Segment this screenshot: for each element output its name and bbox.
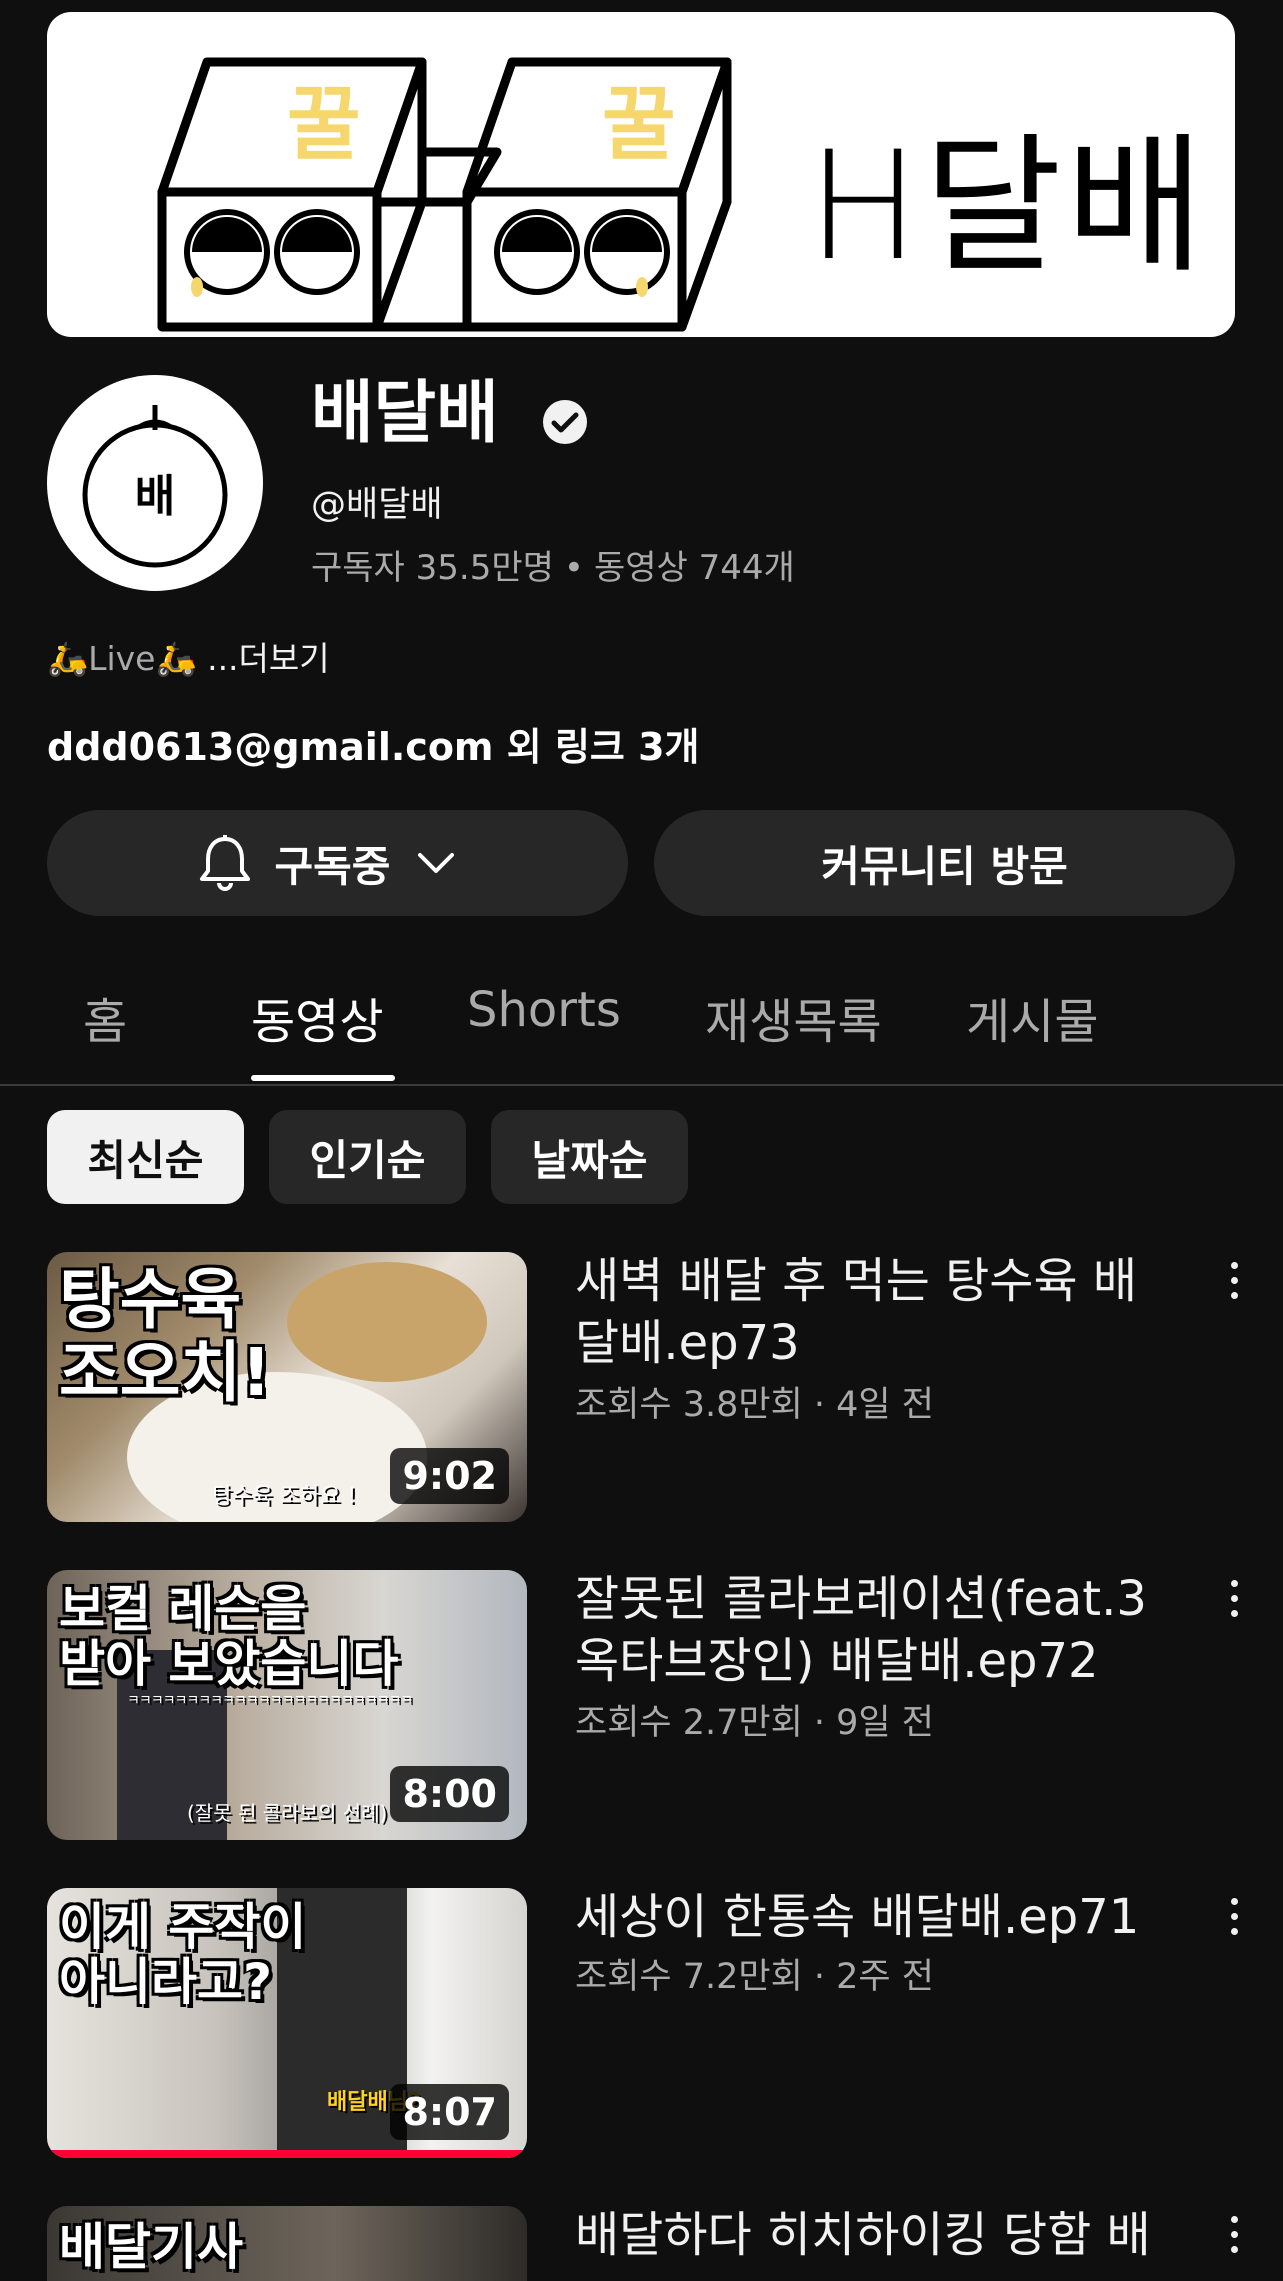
subscriber-count: 구독자 35.5만명: [311, 548, 554, 588]
video-thumbnail[interactable]: 배달기사: [47, 2206, 527, 2281]
community-label: 커뮤니티 방문: [821, 841, 1068, 891]
more-options-icon[interactable]: [1224, 1580, 1244, 1630]
video-title[interactable]: 새벽 배달 후 먹는 탕수육 배달배.ep73: [575, 1250, 1175, 1375]
thumbnail-text: 배달기사: [59, 2218, 243, 2276]
avatar-text: 배: [135, 471, 175, 522]
tab-playlists[interactable]: 재생목록: [705, 982, 882, 1052]
video-count: 동영상 744개: [593, 548, 795, 588]
chip-latest[interactable]: 최신순: [47, 1110, 244, 1204]
channel-avatar[interactable]: 배: [47, 375, 263, 591]
bell-icon: [199, 835, 250, 891]
tab-home[interactable]: 홈: [83, 982, 127, 1052]
video-meta: 조회수 2.7만회 · 9일 전: [575, 1703, 934, 1743]
thumbnail-text: 이게 주작이 아니라고?: [59, 1898, 307, 2011]
video-title[interactable]: 잘못된 콜라보레이션(feat.3옥타브장인) 배달배.ep72: [575, 1568, 1175, 1693]
verified-badge-icon: [543, 400, 587, 444]
scooter-icon: 🛵: [47, 639, 89, 678]
video-thumbnail[interactable]: 탕수육 조오치! 탕수육 조하요 ! 9:02: [47, 1252, 527, 1522]
tab-posts[interactable]: 게시물: [966, 982, 1098, 1052]
scooter-icon: 🛵: [155, 639, 197, 678]
tab-shorts[interactable]: Shorts: [467, 982, 621, 1038]
tab-videos[interactable]: 동영상: [251, 982, 383, 1052]
link-more: 외 링크 3개: [506, 725, 700, 769]
channel-links[interactable]: ddd0613@gmail.com 외 링크 3개: [47, 716, 700, 771]
description-text: Live: [88, 639, 156, 678]
channel-stats: 구독자 35.5만명 • 동영상 744개: [311, 540, 795, 589]
video-thumbnail[interactable]: 이게 주작이 아니라고? 배달배님? 8:07: [47, 1888, 527, 2158]
video-thumbnail[interactable]: 보컬 레슨을 받아 보았습니다 ㅋㅋㅋㅋㅋㅋㅋㅋㅋㅋㅋㅋㅋㅋㅋㅋㅋㅋㅋㅋㅋㅋㅋㅋ …: [47, 1570, 527, 1840]
video-duration: 9:02: [390, 1448, 509, 1504]
subscribed-label: 구독중: [274, 841, 391, 891]
chip-popular[interactable]: 인기순: [269, 1110, 466, 1204]
video-meta: 조회수 7.2만회 · 2주 전: [575, 1957, 934, 1997]
more-options-icon[interactable]: [1224, 1262, 1244, 1312]
link-email: ddd0613@gmail.com: [47, 725, 494, 769]
channel-tabs: 홈 동영상 Shorts 재생목록 게시물: [0, 960, 1283, 1086]
more-options-icon[interactable]: [1224, 2216, 1244, 2266]
chevron-down-icon: [418, 853, 455, 873]
more-options-icon[interactable]: [1224, 1898, 1244, 1948]
thumbnail-caption: 탕수육 조하요 !: [212, 1484, 357, 1509]
honey-label-right: 꿀: [602, 78, 676, 171]
video-duration: 8:07: [390, 2084, 509, 2140]
video-duration: 8:00: [390, 1766, 509, 1822]
video-title[interactable]: 배달하다 히치하이킹 당함 배: [575, 2204, 1175, 2281]
more-link[interactable]: ...더보기: [207, 639, 330, 678]
pear-logo-icon: 배: [82, 405, 228, 568]
watch-progress-bar: [47, 2150, 527, 2158]
channel-name: 배달배: [311, 374, 499, 453]
separator-dot: •: [563, 548, 584, 588]
channel-handle: @배달배: [311, 485, 443, 525]
channel-description[interactable]: 🛵Live🛵 ...더보기: [47, 632, 330, 680]
thumbnail-text: 보컬 레슨을 받아 보았습니다: [59, 1580, 399, 1693]
thumbnail-caption: (잘못 된 콜라보의 선례): [187, 1801, 388, 1825]
thumbnail-text: 탕수육 조오치!: [59, 1261, 272, 1411]
thumbnail-laugh-text: ㅋㅋㅋㅋㅋㅋㅋㅋㅋㅋㅋㅋㅋㅋㅋㅋㅋㅋㅋㅋㅋㅋㅋㅋ: [127, 1693, 413, 1709]
active-tab-indicator: [251, 1075, 395, 1081]
banner-text: H달배: [807, 120, 1208, 294]
channel-banner: 꿀 꿀 H달배: [47, 12, 1235, 337]
subscribed-button[interactable]: 구독중: [47, 810, 628, 916]
food-shape: [287, 1262, 487, 1382]
honey-label-left: 꿀: [287, 78, 361, 171]
video-meta: 조회수 3.8만회 · 4일 전: [575, 1385, 934, 1425]
chip-date[interactable]: 날짜순: [491, 1110, 688, 1204]
community-button[interactable]: 커뮤니티 방문: [654, 810, 1235, 916]
video-title[interactable]: 세상이 한통속 배달배.ep71: [575, 1886, 1175, 1948]
